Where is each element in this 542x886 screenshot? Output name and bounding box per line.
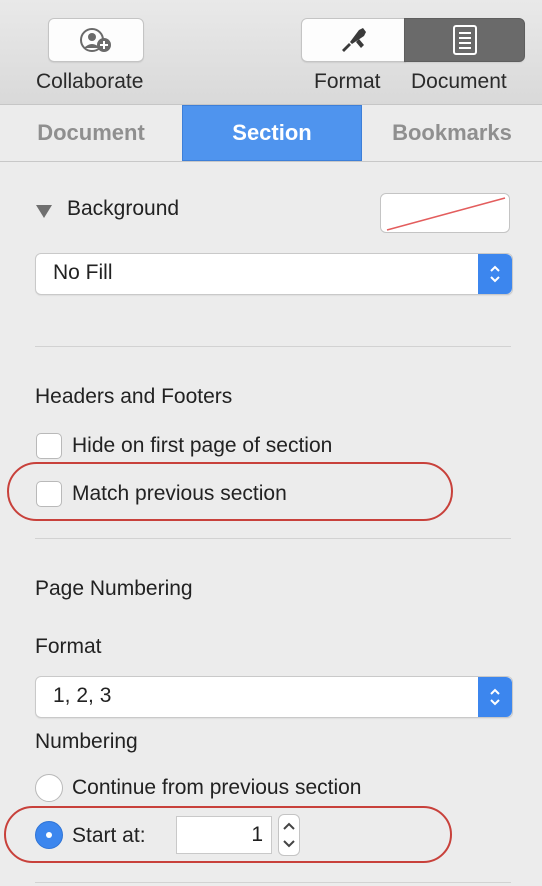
format-button[interactable] <box>301 18 406 62</box>
highlight-start-at <box>4 806 452 863</box>
background-color-well[interactable] <box>380 193 510 233</box>
tab-section[interactable]: Section <box>182 105 362 161</box>
tab-document[interactable]: Document <box>0 105 182 161</box>
highlight-match-previous <box>7 462 453 521</box>
background-heading: Background <box>67 197 180 220</box>
number-format-select[interactable]: 1, 2, 3 <box>35 676 513 718</box>
continue-previous-label: Continue from previous section <box>72 776 362 799</box>
continue-previous-radio[interactable] <box>35 774 63 802</box>
hide-first-page-label: Hide on first page of section <box>72 434 333 457</box>
select-arrows-icon <box>478 677 512 717</box>
tab-bookmarks[interactable]: Bookmarks <box>362 105 542 161</box>
toolbar: Collaborate Format Document <box>0 0 542 105</box>
numbering-field-label: Numbering <box>35 730 138 753</box>
collaborate-label: Collaborate <box>36 70 144 93</box>
hide-first-page-checkbox[interactable] <box>36 433 62 459</box>
document-label: Document <box>411 70 507 93</box>
document-button[interactable] <box>404 18 525 62</box>
number-format-value: 1, 2, 3 <box>53 684 112 707</box>
paintbrush-icon <box>341 28 366 52</box>
divider <box>35 882 511 883</box>
fill-select[interactable]: No Fill <box>35 253 513 295</box>
no-color-swatch-icon <box>386 197 506 231</box>
divider <box>35 538 511 539</box>
collaborate-icon <box>80 28 111 52</box>
document-icon <box>452 25 477 55</box>
select-arrows-icon <box>478 254 512 294</box>
page-numbering-heading: Page Numbering <box>35 577 193 600</box>
headers-footers-heading: Headers and Footers <box>35 385 233 408</box>
inspector-tabs: Document Section Bookmarks <box>0 105 542 162</box>
format-label: Format <box>314 70 381 93</box>
divider <box>35 346 511 347</box>
disclosure-triangle-icon[interactable] <box>35 203 53 219</box>
fill-select-value: No Fill <box>53 261 113 284</box>
collaborate-button[interactable] <box>48 18 144 62</box>
format-field-label: Format <box>35 635 102 658</box>
